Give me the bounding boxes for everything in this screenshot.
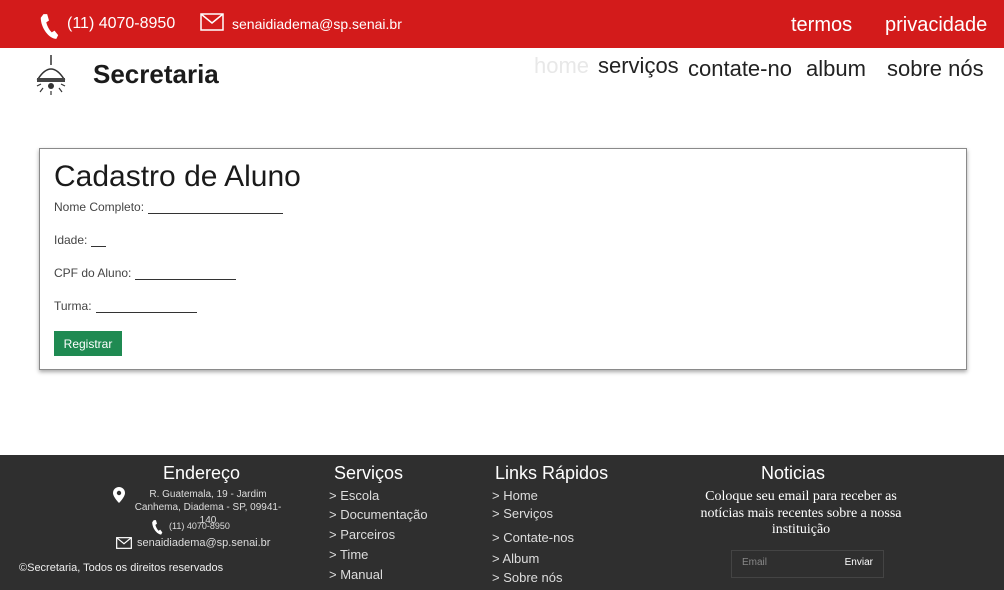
footer-servicos-title: Serviços bbox=[334, 463, 404, 483]
nome-label: Nome Completo: bbox=[54, 200, 145, 214]
brand-name[interactable]: Secretaria bbox=[93, 59, 219, 90]
cpf-input[interactable] bbox=[135, 266, 237, 280]
newsletter-email-input[interactable] bbox=[742, 557, 832, 568]
termos-link[interactable]: termos bbox=[791, 14, 852, 37]
top-bar: (11) 4070-8950 senaidiadema@sp.senai.br … bbox=[0, 0, 1004, 48]
lamp-logo-icon bbox=[36, 55, 66, 95]
topbar-email[interactable]: senaidiadema@sp.senai.br bbox=[232, 16, 402, 32]
footer-link-sobre[interactable]: > Sobre nós bbox=[492, 570, 562, 585]
footer-endereco-title: Endereço bbox=[163, 463, 241, 483]
registration-form-card: Cadastro de Aluno Nome Completo: Idade: … bbox=[39, 148, 967, 370]
mail-icon bbox=[200, 13, 224, 31]
footer-link-documentacao[interactable]: > Documentação bbox=[329, 507, 428, 522]
form-title: Cadastro de Aluno bbox=[54, 160, 301, 193]
footer-noticias-title: Noticias bbox=[761, 463, 826, 483]
copyright: ©Secretaria, Todos os direitos reservado… bbox=[19, 562, 224, 574]
nav-album[interactable]: album bbox=[806, 56, 866, 82]
nome-field: Nome Completo: bbox=[54, 200, 284, 214]
newsletter-form: Enviar bbox=[731, 550, 884, 578]
footer-link-manual[interactable]: > Manual bbox=[329, 567, 383, 582]
idade-label: Idade: bbox=[54, 233, 88, 247]
footer-email[interactable]: senaidiadema@sp.senai.br bbox=[137, 537, 270, 549]
phone-icon bbox=[40, 14, 59, 39]
turma-label: Turma: bbox=[54, 299, 92, 313]
footer-link-escola[interactable]: > Escola bbox=[329, 488, 379, 503]
nome-input[interactable] bbox=[148, 200, 284, 214]
footer-link-home[interactable]: > Home bbox=[492, 488, 538, 503]
cpf-field: CPF do Aluno: bbox=[54, 266, 237, 280]
idade-input[interactable] bbox=[91, 233, 107, 247]
footer-mail-icon bbox=[116, 537, 132, 549]
nav-sobre[interactable]: sobre nós bbox=[887, 56, 984, 82]
footer-phone: (11) 4070-8950 bbox=[169, 521, 230, 531]
nav-servicos[interactable]: serviços bbox=[598, 53, 679, 79]
enviar-button[interactable]: Enviar bbox=[845, 557, 873, 568]
footer-links-title: Links Rápidos bbox=[495, 463, 609, 483]
topbar-phone: (11) 4070-8950 bbox=[67, 15, 176, 32]
footer-link-parceiros[interactable]: > Parceiros bbox=[329, 527, 395, 542]
registrar-button[interactable]: Registrar bbox=[54, 331, 122, 356]
footer-link-album[interactable]: > Album bbox=[492, 551, 539, 566]
footer: Endereço R. Guatemala, 19 - Jardim Canhe… bbox=[0, 455, 1004, 590]
nav-contate[interactable]: contate-no bbox=[688, 56, 792, 82]
footer-phone-icon bbox=[152, 520, 163, 535]
privacidade-link[interactable]: privacidade bbox=[885, 14, 987, 37]
footer-link-servicos[interactable]: > Serviços bbox=[492, 506, 553, 521]
location-pin-icon bbox=[113, 487, 125, 503]
footer-link-time[interactable]: > Time bbox=[329, 547, 368, 562]
turma-field: Turma: bbox=[54, 299, 197, 313]
cpf-label: CPF do Aluno: bbox=[54, 266, 132, 280]
nav-home[interactable]: home bbox=[534, 53, 589, 79]
turma-input[interactable] bbox=[95, 299, 197, 313]
footer-link-contate[interactable]: > Contate-nos bbox=[492, 530, 574, 545]
newsletter-text: Coloque seu email para receber as notíci… bbox=[700, 489, 902, 537]
idade-field: Idade: bbox=[54, 233, 107, 247]
